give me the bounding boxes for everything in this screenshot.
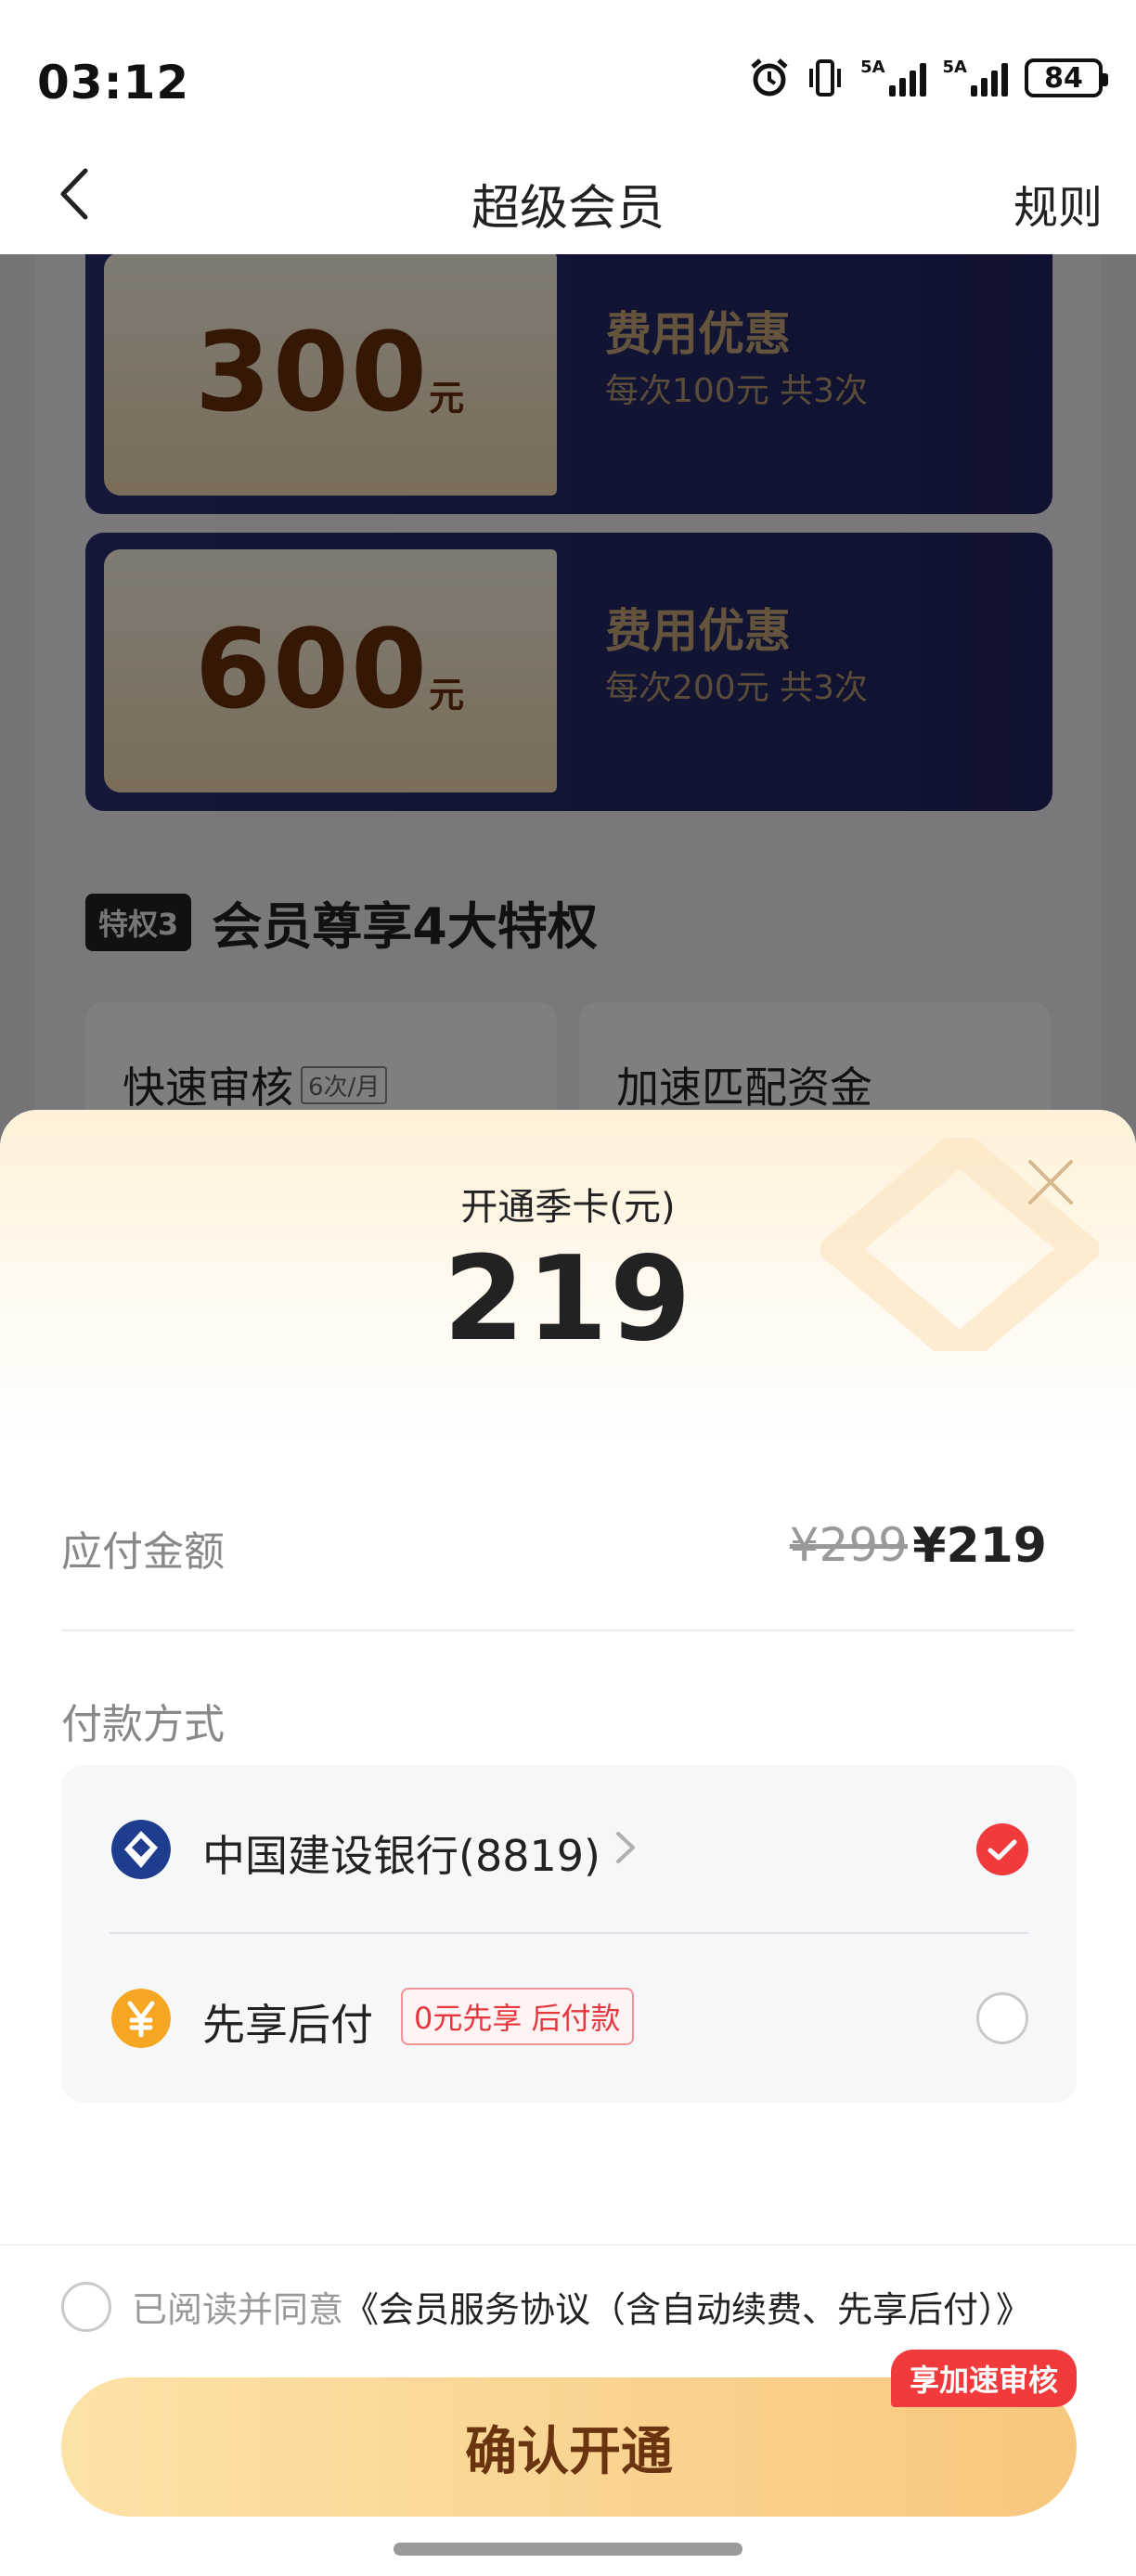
fast-review-badge: 享加速审核 — [890, 2350, 1077, 2407]
agreement-row: 已阅读并同意《会员服务协议（含自动续费、先享后付）》 — [61, 2281, 1031, 2332]
modal-overlay[interactable] — [0, 254, 1136, 1182]
agreement-checkbox[interactable] — [61, 2281, 111, 2332]
payment-option-label: 中国建设银行(8819) — [202, 1831, 600, 1881]
final-price: ¥219 — [912, 1518, 1047, 1574]
status-time: 03:12 — [37, 56, 190, 109]
payment-method-label: 付款方式 — [61, 1701, 225, 1748]
signal-label: 5A — [860, 58, 885, 77]
payable-row: 应付金额 ¥299 ¥219 — [61, 1518, 1075, 1576]
checkmark-icon — [988, 1839, 1017, 1861]
battery-icon: 84 — [1025, 58, 1108, 97]
signal-icon: 5A — [943, 58, 1008, 98]
home-indicator[interactable] — [394, 2543, 742, 2556]
payment-option-ccb[interactable]: 中国建设银行(8819) — [61, 1765, 1077, 1934]
payment-sheet: 开通季卡(元) 219 应付金额 ¥299 ¥219 付款方式 中国建设银行(8… — [0, 1110, 1136, 2576]
agreement-link[interactable]: 《会员服务协议（含自动续费、先享后付）》 — [343, 2289, 1031, 2330]
pay-later-tag: 0元先享 后付款 — [401, 1988, 634, 2045]
status-bar: 03:12 5A 5A 84 — [0, 0, 1136, 139]
payment-option-label: 先享后付 — [202, 2000, 373, 2050]
status-icons: 5A 5A 84 — [749, 58, 1108, 98]
page-title: 超级会员 — [471, 181, 665, 237]
divider — [61, 1629, 1075, 1631]
signal-label: 5A — [942, 58, 967, 77]
chevron-right-icon[interactable] — [609, 1824, 642, 1871]
plan-price: 219 — [443, 1230, 693, 1367]
divider — [0, 2244, 1136, 2246]
payable-label: 应付金额 — [61, 1528, 225, 1576]
signal-icon: 5A — [860, 58, 926, 98]
nav-bar: 超级会员 规则 — [0, 139, 1136, 254]
agreement-text: 已阅读并同意《会员服务协议（含自动续费、先享后付）》 — [132, 2281, 1031, 2332]
yuan-coin-icon — [111, 1989, 171, 2048]
plan-subtitle: 开通季卡(元) — [460, 1186, 676, 1229]
payment-option-check[interactable] — [976, 1823, 1028, 1875]
payment-option-pay-later[interactable]: 先享后付 0元先享 后付款 — [61, 1934, 1077, 2103]
alarm-icon — [749, 58, 790, 98]
rules-link[interactable]: 规则 — [1013, 171, 1103, 236]
original-price: ¥299 — [789, 1518, 908, 1572]
ccb-bank-icon — [111, 1820, 171, 1879]
agreement-prefix: 已阅读并同意 — [132, 2289, 344, 2330]
payment-method-list: 中国建设银行(8819) 先享后付 0元先享 后付款 — [61, 1765, 1077, 2103]
payment-option-radio[interactable] — [976, 1992, 1028, 2044]
vibrate-icon — [807, 58, 844, 98]
